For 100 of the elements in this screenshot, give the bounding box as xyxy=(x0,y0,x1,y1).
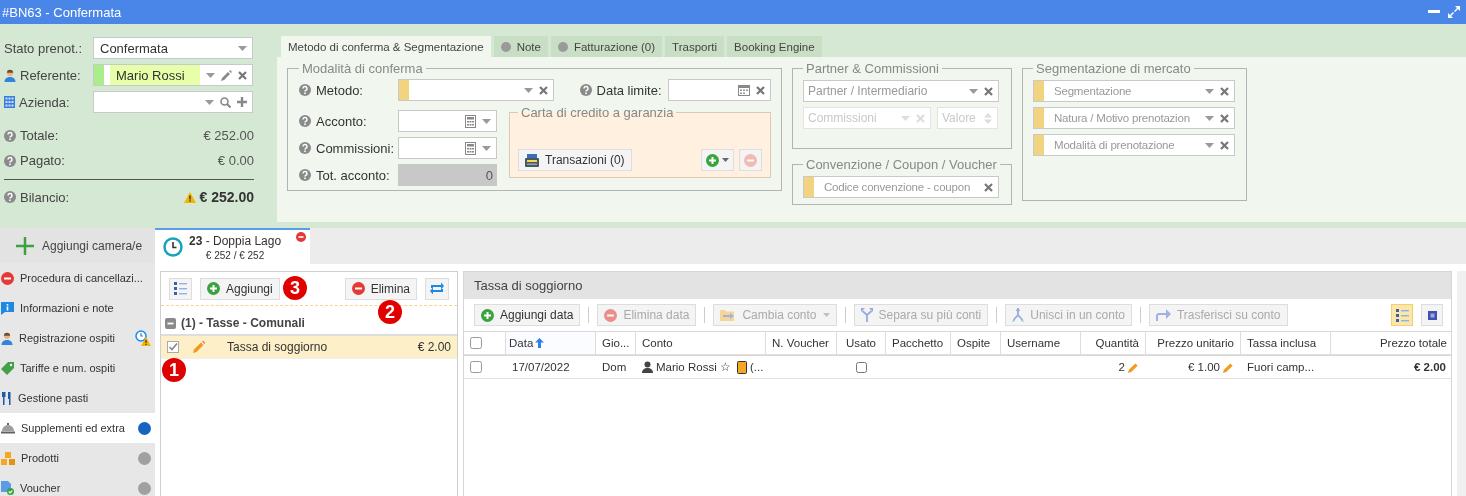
transactions-button[interactable]: Transazioni (0) xyxy=(518,149,632,171)
tab[interactable]: Note xyxy=(493,36,548,57)
date-field[interactable] xyxy=(667,79,771,101)
calendar-icon[interactable] xyxy=(738,84,750,96)
commission-field[interactable] xyxy=(398,137,497,159)
column-header[interactable]: Pacchetto xyxy=(886,332,951,354)
column-header[interactable]: Gio... xyxy=(596,332,636,354)
clock-icon xyxy=(163,237,183,257)
close-icon[interactable] xyxy=(756,85,765,95)
search-icon[interactable] xyxy=(220,96,231,108)
calculator-icon[interactable] xyxy=(465,141,476,155)
forward-arrow-icon xyxy=(1155,309,1171,321)
boxes-icon xyxy=(1,451,15,465)
list-view-button[interactable] xyxy=(169,277,192,300)
sidebar-item[interactable]: Registrazione ospiti xyxy=(0,323,155,353)
tab[interactable]: Booking Engine xyxy=(727,36,822,57)
checkbox[interactable] xyxy=(167,341,179,353)
contact-field[interactable]: Mario Rossi xyxy=(93,64,253,86)
pencil-icon[interactable] xyxy=(1128,361,1139,373)
person-icon xyxy=(1,331,13,345)
calculator-icon[interactable] xyxy=(465,114,476,128)
sidebar-item[interactable]: Gestione pasti xyxy=(0,383,155,413)
extra-item[interactable]: Tassa di soggiorno € 2.00 xyxy=(161,336,457,359)
tab[interactable]: Fatturazione (0) xyxy=(550,36,663,57)
total-deposit-field: 0 xyxy=(398,164,497,186)
sidebar-item[interactable]: Tariffe e num. ospiti xyxy=(0,353,155,383)
cutlery-icon xyxy=(1,391,12,405)
pencil-icon[interactable] xyxy=(221,69,232,81)
square-icon xyxy=(1427,310,1437,320)
help-icon xyxy=(4,191,16,203)
toolbar-button[interactable]: Aggiungi data xyxy=(474,304,581,326)
column-header[interactable]: Prezzo unitario xyxy=(1146,332,1241,354)
building-icon xyxy=(4,96,15,108)
field-label: Acconto: xyxy=(299,113,398,129)
field-label: Azienda: xyxy=(4,94,93,110)
room-tab[interactable]: 23 - Doppia Lago € 252 / € 252 xyxy=(155,228,310,264)
company-field[interactable] xyxy=(93,91,253,113)
add-card-button[interactable] xyxy=(701,149,734,171)
column-header[interactable]: Prezzo totale xyxy=(1331,332,1453,354)
table-row[interactable]: 17/07/2022 Dom Mario Rossi ☆ (... 2 € 1.00 Fuori camp... € 2.00 xyxy=(464,355,1451,379)
add-room-button[interactable]: Aggiungi camera/e xyxy=(0,228,155,263)
sidebar-item[interactable]: Prodotti xyxy=(0,443,155,473)
plus-icon[interactable] xyxy=(237,97,247,107)
table-cell: Dom xyxy=(602,361,627,373)
add-icon xyxy=(481,308,494,322)
column-header[interactable]: N. Voucher xyxy=(766,332,837,354)
add-button[interactable]: Aggiungi xyxy=(200,277,280,300)
expand-icon[interactable] xyxy=(1448,6,1460,18)
merge-arrows-icon xyxy=(1012,308,1025,322)
close-icon[interactable] xyxy=(538,85,548,95)
checkbox[interactable] xyxy=(470,361,482,373)
status-select[interactable]: Confermata xyxy=(93,37,253,59)
close-icon[interactable] xyxy=(984,86,993,96)
caret-icon xyxy=(969,88,978,94)
minimize-icon[interactable] xyxy=(1428,10,1440,14)
sidebar-item[interactable]: Voucher xyxy=(0,473,155,496)
tag-icon xyxy=(1,361,14,375)
close-icon[interactable] xyxy=(984,182,993,192)
tab[interactable]: Trasporti xyxy=(665,36,725,57)
sidebar-item[interactable]: Informazioni e note xyxy=(0,293,155,323)
column-header[interactable]: Data xyxy=(506,332,596,354)
column-header[interactable]: Quantità xyxy=(1081,332,1146,354)
pencil-icon[interactable] xyxy=(193,341,205,353)
help-icon xyxy=(4,129,16,142)
field-label: Commissioni: xyxy=(299,140,398,156)
close-icon[interactable] xyxy=(1220,86,1229,96)
close-icon[interactable] xyxy=(1220,113,1229,123)
person-icon xyxy=(4,68,16,82)
sort-up-icon xyxy=(535,338,545,348)
caret-icon[interactable] xyxy=(482,145,491,151)
column-header[interactable]: Tassa inclusa xyxy=(1241,332,1331,354)
tab[interactable]: Metodo di conferma & Segmentazione xyxy=(281,36,491,57)
remove-icon xyxy=(351,282,365,295)
caret-icon xyxy=(1205,115,1214,121)
column-header[interactable]: Ospite xyxy=(951,332,1001,354)
deposit-field[interactable] xyxy=(398,110,497,132)
section-title: Modalità di conferma xyxy=(301,61,424,76)
column-header[interactable]: Username xyxy=(1001,332,1081,354)
remove-icon[interactable] xyxy=(296,232,306,242)
checkbox[interactable] xyxy=(470,337,482,349)
view-toggle[interactable] xyxy=(1391,304,1413,326)
column-header[interactable]: Usato xyxy=(837,332,886,354)
caret-icon[interactable] xyxy=(482,118,491,124)
sidebar-item[interactable]: Procedura di cancellazi... xyxy=(0,263,155,293)
group-header[interactable]: (1) - Tasse - Comunali xyxy=(161,312,309,334)
add-icon xyxy=(706,153,719,167)
checkbox[interactable] xyxy=(855,361,867,373)
status-dot-icon xyxy=(500,41,511,52)
help-icon xyxy=(299,84,311,96)
column-header[interactable]: Conto xyxy=(636,332,766,354)
view-toggle[interactable] xyxy=(1421,304,1443,326)
document-check-icon xyxy=(1,481,14,495)
delete-button[interactable]: Elimina xyxy=(344,277,417,300)
close-icon[interactable] xyxy=(238,70,247,80)
close-icon[interactable] xyxy=(1220,140,1229,150)
pencil-icon[interactable] xyxy=(1223,361,1234,373)
sidebar-item[interactable]: Supplementi ed extra xyxy=(0,413,155,443)
book-icon xyxy=(736,360,747,374)
refresh-button[interactable] xyxy=(425,277,449,300)
total-label: Pagato: xyxy=(4,153,93,168)
